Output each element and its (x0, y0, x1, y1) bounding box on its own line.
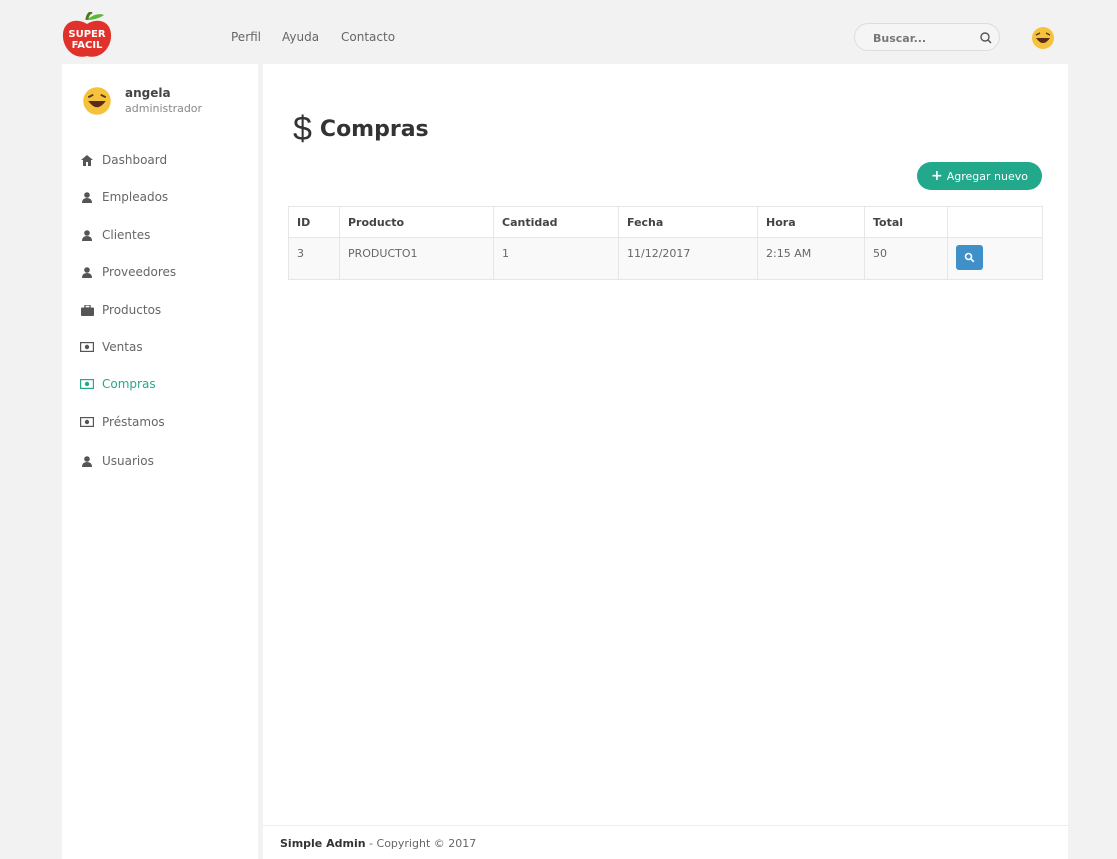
sidebar-item-empleados[interactable]: Empleados (80, 187, 250, 207)
briefcase-icon (80, 304, 94, 316)
sidebar-item-label: Productos (102, 303, 162, 317)
top-bar: SUPER FACIL Perfil Ayuda Contacto (0, 0, 1117, 62)
money-icon (80, 416, 94, 428)
cell-producto: PRODUCTO1 (339, 237, 494, 280)
user-icon (80, 266, 94, 278)
app-logo[interactable]: SUPER FACIL (60, 10, 114, 60)
cell-hora: 2:15 AM (757, 237, 865, 280)
sidebar-item-label: Usuarios (102, 454, 154, 468)
table-header-row: ID Producto Cantidad Fecha Hora Total (288, 206, 1043, 238)
sidebar-item-label: Clientes (102, 228, 151, 242)
sidebar: angela administrador Dashboard Empleados… (62, 64, 258, 859)
home-icon (80, 154, 94, 166)
user-role: administrador (125, 102, 203, 115)
user-avatar-icon[interactable] (1031, 26, 1055, 50)
footer-brand: Simple Admin (280, 837, 366, 850)
sidebar-item-proveedores[interactable]: Proveedores (80, 262, 250, 282)
cell-id: 3 (288, 237, 340, 280)
sidebar-item-label: Proveedores (102, 265, 177, 279)
sidebar-item-dashboard[interactable]: Dashboard (80, 150, 250, 170)
cell-fecha: 11/12/2017 (618, 237, 758, 280)
column-header-actions (947, 206, 1043, 238)
add-new-label: Agregar nuevo (946, 169, 1028, 183)
sidebar-item-clientes[interactable]: Clientes (80, 225, 250, 245)
sidebar-item-label: Préstamos (102, 415, 165, 429)
nav-contacto[interactable]: Contacto (341, 30, 395, 44)
dollar-icon: $ (293, 110, 312, 148)
search-box (854, 23, 1000, 51)
sidebar-item-ventas[interactable]: Ventas (80, 337, 250, 357)
user-icon (80, 191, 94, 203)
column-header-cantidad: Cantidad (493, 206, 619, 238)
footer: Simple Admin - Copyright © 2017 (263, 825, 1068, 859)
user-icon (80, 455, 94, 467)
sidebar-item-label: Dashboard (102, 153, 168, 167)
money-icon (80, 378, 94, 390)
nav-perfil[interactable]: Perfil (231, 30, 261, 44)
purchases-table: ID Producto Cantidad Fecha Hora Total 3 … (288, 206, 1043, 280)
main-content: $ Compras + Agregar nuevo ID Producto Ca… (263, 64, 1068, 859)
table-row: 3 PRODUCTO1 1 11/12/2017 2:15 AM 50 (288, 237, 1043, 280)
search-icon[interactable] (978, 30, 994, 46)
cell-actions (947, 237, 1043, 280)
column-header-id: ID (288, 206, 340, 238)
plus-icon: + (931, 168, 943, 184)
user-name: angela (125, 86, 171, 100)
sidebar-item-usuarios[interactable]: Usuarios (80, 451, 250, 471)
sidebar-item-compras[interactable]: Compras (80, 374, 250, 394)
footer-copyright: - Copyright © 2017 (365, 837, 477, 850)
search-input[interactable] (873, 29, 968, 47)
user-icon (80, 229, 94, 241)
column-header-total: Total (864, 206, 948, 238)
svg-text:SUPER: SUPER (68, 29, 105, 40)
sidebar-item-label: Ventas (102, 340, 143, 354)
nav-ayuda[interactable]: Ayuda (282, 30, 319, 44)
sidebar-avatar-icon (82, 86, 112, 116)
column-header-producto: Producto (339, 206, 494, 238)
sidebar-item-label: Empleados (102, 190, 169, 204)
column-header-fecha: Fecha (618, 206, 758, 238)
sidebar-item-label: Compras (102, 377, 156, 391)
svg-text:FACIL: FACIL (72, 40, 103, 51)
page-title: $ Compras (293, 112, 429, 146)
view-button[interactable] (956, 245, 983, 270)
money-icon (80, 341, 94, 353)
page-title-text: Compras (319, 116, 429, 142)
cell-total: 50 (864, 237, 948, 280)
search-icon (964, 252, 975, 263)
sidebar-item-prestamos[interactable]: Préstamos (80, 412, 250, 432)
column-header-hora: Hora (757, 206, 865, 238)
sidebar-item-productos[interactable]: Productos (80, 300, 250, 320)
add-new-button[interactable]: + Agregar nuevo (917, 162, 1042, 190)
cell-cantidad: 1 (493, 237, 619, 280)
